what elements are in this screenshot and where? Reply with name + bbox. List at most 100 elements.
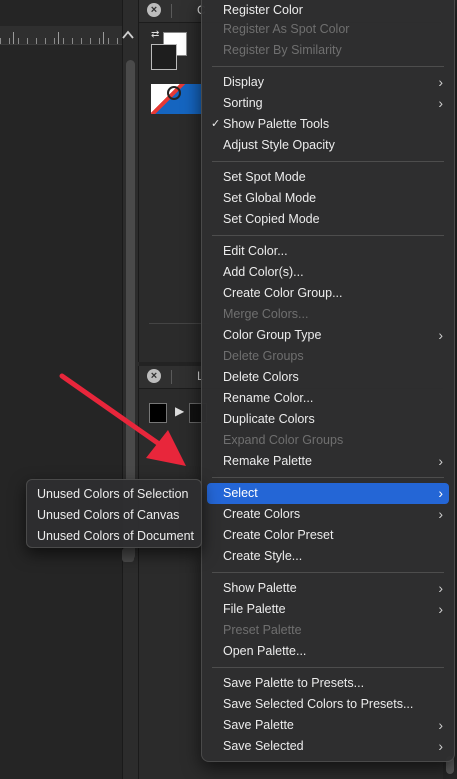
chevron-right-icon: › xyxy=(438,601,443,617)
chevron-right-icon: › xyxy=(438,580,443,596)
menu-item-label: Create Style... xyxy=(223,549,303,563)
menu-item-display[interactable]: Display › xyxy=(207,72,449,93)
layer-row[interactable]: ▶ xyxy=(147,400,207,424)
chevron-right-icon: › xyxy=(438,453,443,469)
menu-item-label: Color Group Type xyxy=(223,328,322,342)
menu-item-label: Create Color Group... xyxy=(223,286,343,300)
menu-separator xyxy=(212,477,444,478)
foreground-color-swatch[interactable] xyxy=(151,44,177,70)
play-icon[interactable]: ▶ xyxy=(175,404,184,418)
tab-divider xyxy=(171,370,172,384)
canvas-scrollbar[interactable] xyxy=(122,0,139,779)
menu-separator xyxy=(212,667,444,668)
ruler-major-tick xyxy=(103,32,104,44)
menu-item-save-palette-to-presets[interactable]: Save Palette to Presets... xyxy=(207,673,449,694)
menu-item-label: Delete Colors xyxy=(223,370,299,384)
menu-item-label: Save Selected Colors to Presets... xyxy=(223,697,414,711)
menu-item-label: Delete Groups xyxy=(223,349,304,363)
menu-item-edit-color[interactable]: Edit Color... xyxy=(207,241,449,262)
menu-item-preset-palette: Preset Palette xyxy=(207,620,449,641)
menu-item-label: Save Palette xyxy=(223,718,294,732)
menu-separator xyxy=(212,572,444,573)
menu-item-rename-color[interactable]: Rename Color... xyxy=(207,388,449,409)
menu-item-register-by-similarity: Register By Similarity xyxy=(207,40,449,61)
menu-item-save-palette[interactable]: Save Palette › xyxy=(207,715,449,736)
menu-separator xyxy=(212,66,444,67)
menu-item-register-as-spot-color: Register As Spot Color xyxy=(207,19,449,40)
menu-item-add-color-s[interactable]: Add Color(s)... xyxy=(207,262,449,283)
menu-item-label: Create Colors xyxy=(223,507,301,521)
menu-item-label: Remake Palette xyxy=(223,454,312,468)
swap-colors-icon[interactable]: ⇄ xyxy=(151,30,161,40)
menu-item-remake-palette[interactable]: Remake Palette › xyxy=(207,451,449,472)
submenu-item-unused-colors-of-document[interactable]: Unused Colors of Document xyxy=(31,526,199,547)
menu-item-show-palette[interactable]: Show Palette › xyxy=(207,578,449,599)
menu-item-delete-colors[interactable]: Delete Colors xyxy=(207,367,449,388)
menu-item-label: Open Palette... xyxy=(223,644,307,658)
menu-item-label: Set Copied Mode xyxy=(223,212,320,226)
submenu-item-unused-colors-of-canvas[interactable]: Unused Colors of Canvas xyxy=(31,505,199,526)
menu-item-show-palette-tools[interactable]: ✓ Show Palette Tools xyxy=(207,114,449,135)
menu-item-duplicate-colors[interactable]: Duplicate Colors xyxy=(207,409,449,430)
menu-item-set-global-mode[interactable]: Set Global Mode xyxy=(207,188,449,209)
menu-item-label: Save Palette to Presets... xyxy=(223,676,365,690)
canvas-area[interactable] xyxy=(0,0,122,779)
checkmark-icon: ✓ xyxy=(211,118,221,130)
menu-item-expand-color-groups: Expand Color Groups xyxy=(207,430,449,451)
menu-item-color-group-type[interactable]: Color Group Type › xyxy=(207,325,449,346)
menu-item-label: Rename Color... xyxy=(223,391,314,405)
menu-item-delete-groups: Delete Groups xyxy=(207,346,449,367)
menu-item-create-color-preset[interactable]: Create Color Preset xyxy=(207,525,449,546)
menu-item-label: Add Color(s)... xyxy=(223,265,304,279)
menu-item-label: Register Color xyxy=(223,3,303,17)
resize-handle[interactable] xyxy=(122,548,134,562)
menu-item-merge-colors: Merge Colors... xyxy=(207,304,449,325)
menu-item-label: Set Spot Mode xyxy=(223,170,306,184)
menu-item-label: Set Global Mode xyxy=(223,191,317,205)
menu-item-set-spot-mode[interactable]: Set Spot Mode xyxy=(207,167,449,188)
chevron-right-icon: › xyxy=(438,485,443,501)
chevron-up-icon[interactable] xyxy=(121,28,135,42)
tab-divider xyxy=(171,4,172,18)
menu-item-register-color[interactable]: Register Color xyxy=(207,0,449,21)
target-icon xyxy=(167,86,181,100)
chevron-right-icon: › xyxy=(438,506,443,522)
menu-item-adjust-style-opacity[interactable]: Adjust Style Opacity xyxy=(207,135,449,156)
chevron-right-icon: › xyxy=(438,717,443,733)
menu-item-label: File Palette xyxy=(223,602,286,616)
menu-item-save-selected[interactable]: Save Selected › xyxy=(207,736,449,757)
menu-item-label: Merge Colors... xyxy=(223,307,309,321)
menu-item-label: Select xyxy=(223,486,258,500)
ruler-major-tick xyxy=(58,32,59,44)
chevron-right-icon: › xyxy=(438,95,443,111)
menu-separator xyxy=(212,235,444,236)
menu-item-label: Sorting xyxy=(223,96,263,110)
menu-item-label: Expand Color Groups xyxy=(223,433,344,447)
menu-item-label: Edit Color... xyxy=(223,244,288,258)
menu-item-label: Duplicate Colors xyxy=(223,412,315,426)
ruler-major-tick xyxy=(13,32,14,44)
menu-item-label: Display xyxy=(223,75,264,89)
panel-divider xyxy=(149,323,209,324)
menu-item-create-style[interactable]: Create Style... xyxy=(207,546,449,567)
palette-thumbnail[interactable] xyxy=(151,84,203,114)
menu-item-open-palette[interactable]: Open Palette... xyxy=(207,641,449,662)
select-submenu: Unused Colors of Selection Unused Colors … xyxy=(26,479,202,548)
close-icon[interactable]: × xyxy=(147,369,161,383)
menu-item-label: Show Palette xyxy=(223,581,297,595)
submenu-item-unused-colors-of-selection[interactable]: Unused Colors of Selection xyxy=(31,484,199,505)
menu-item-set-copied-mode[interactable]: Set Copied Mode xyxy=(207,209,449,230)
menu-item-label: Preset Palette xyxy=(223,623,302,637)
menu-item-label: Create Color Preset xyxy=(223,528,334,542)
menu-item-save-selected-colors-to-presets[interactable]: Save Selected Colors to Presets... xyxy=(207,694,449,715)
menu-item-create-colors[interactable]: Create Colors › xyxy=(207,504,449,525)
menu-item-select[interactable]: Select › xyxy=(207,483,449,504)
menu-item-file-palette[interactable]: File Palette › xyxy=(207,599,449,620)
menu-item-label: Save Selected xyxy=(223,739,304,753)
close-icon[interactable]: × xyxy=(147,3,161,17)
menu-item-sorting[interactable]: Sorting › xyxy=(207,93,449,114)
menu-item-label: Show Palette Tools xyxy=(223,117,330,131)
palette-context-menu: Register Color Register As Spot Color Regi… xyxy=(201,0,455,762)
menu-item-create-color-group[interactable]: Create Color Group... xyxy=(207,283,449,304)
menu-item-label: Register By Similarity xyxy=(223,43,342,57)
